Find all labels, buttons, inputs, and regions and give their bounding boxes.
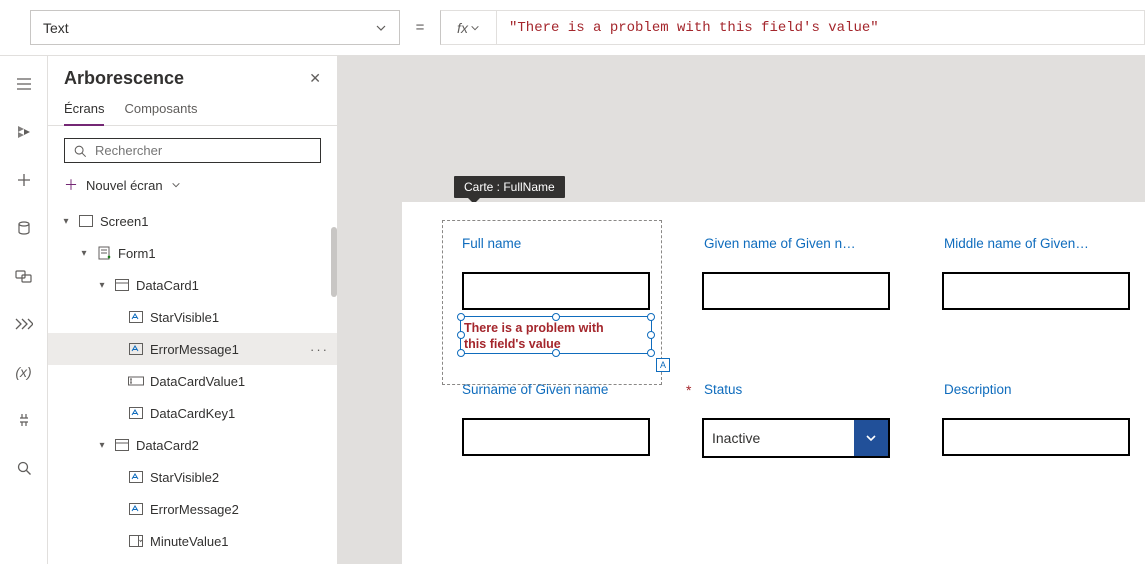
combo-status[interactable]: Inactive <box>702 418 890 458</box>
card-tooltip: Carte : FullName <box>454 176 565 198</box>
hamburger-icon[interactable] <box>12 72 36 96</box>
tree-label: MinuteValue1 <box>150 534 229 549</box>
property-selector[interactable]: Text <box>30 10 400 45</box>
tree-search[interactable] <box>64 138 321 163</box>
input-fullname[interactable] <box>462 272 650 310</box>
label-givenname[interactable]: Given name of Given n… <box>704 236 856 251</box>
tree-node-errormessage1[interactable]: ErrorMessage1 ··· <box>48 333 337 365</box>
chevron-down-icon <box>375 22 387 34</box>
textinput-icon <box>128 373 144 389</box>
input-description[interactable] <box>942 418 1130 456</box>
tree-label: DataCardKey1 <box>150 406 235 421</box>
more-icon[interactable]: ··· <box>310 342 329 357</box>
label-icon <box>128 309 144 325</box>
label-status[interactable]: Status <box>704 382 742 397</box>
equals-label: = <box>408 10 432 45</box>
combo-status-value: Inactive <box>704 430 854 446</box>
screen-icon <box>78 213 94 229</box>
label-fullname[interactable]: Full name <box>462 236 521 251</box>
formula-input-wrap: fx "There is a problem with this field's… <box>440 10 1145 45</box>
tree-header: Arborescence ✕ <box>48 56 337 93</box>
chevron-down-icon: ▾ <box>96 440 108 451</box>
tree-node-datacardkey1[interactable]: DataCardKey1 <box>48 397 337 429</box>
chevron-down-icon: ▾ <box>60 216 72 227</box>
dropdown-icon <box>128 533 144 549</box>
variables-icon[interactable]: (x) <box>12 360 36 384</box>
tree-label: StarVisible1 <box>150 310 219 325</box>
tree-node-datacardvalue1[interactable]: DataCardValue1 <box>48 365 337 397</box>
main-area: (x) Arborescence ✕ Écrans Composants ＋ N… <box>0 56 1145 564</box>
chevron-down-icon <box>171 180 181 190</box>
label-surname[interactable]: Surname of Given name <box>462 382 608 397</box>
formula-text[interactable]: "There is a problem with this field's va… <box>497 20 1144 36</box>
tree-title: Arborescence <box>64 68 184 89</box>
input-givenname[interactable] <box>702 272 890 310</box>
tab-components[interactable]: Composants <box>124 93 197 125</box>
tree-label: Form1 <box>118 246 156 261</box>
tools-icon[interactable] <box>12 408 36 432</box>
input-surname[interactable] <box>462 418 650 456</box>
tree-scrollbar[interactable] <box>331 227 337 297</box>
label-icon <box>128 405 144 421</box>
tree-list: ▾ Screen1 ▾ Form1 ▾ DataCard1 StarVisibl… <box>48 205 337 564</box>
insert-icon[interactable] <box>12 168 36 192</box>
new-screen-label: Nouvel écran <box>86 178 163 193</box>
tree-tabs: Écrans Composants <box>48 93 337 126</box>
tree-node-minutevalue1[interactable]: MinuteValue1 <box>48 525 337 557</box>
tree-view-icon[interactable] <box>12 120 36 144</box>
tree-node-datacard1[interactable]: ▾ DataCard1 <box>48 269 337 301</box>
tree-node-errormessage2[interactable]: ErrorMessage2 <box>48 493 337 525</box>
form-icon <box>96 245 112 261</box>
media-icon[interactable] <box>12 264 36 288</box>
tree-label: DataCard2 <box>136 438 199 453</box>
search-icon[interactable] <box>12 456 36 480</box>
input-middlename[interactable] <box>942 272 1130 310</box>
chevron-down-icon: ▾ <box>78 248 90 259</box>
flows-icon[interactable] <box>12 312 36 336</box>
tree-node-screen1[interactable]: ▾ Screen1 <box>48 205 337 237</box>
chevron-down-icon: ▾ <box>96 280 108 291</box>
plus-icon: ＋ <box>64 175 78 195</box>
tree-label: StarVisible2 <box>150 470 219 485</box>
tree-label: ErrorMessage2 <box>150 502 239 517</box>
tree-node-form1[interactable]: ▾ Form1 <box>48 237 337 269</box>
close-icon[interactable]: ✕ <box>309 70 321 87</box>
left-rail: (x) <box>0 56 48 564</box>
tab-screens[interactable]: Écrans <box>64 93 104 126</box>
error-message-text[interactable]: There is a problem withthis field's valu… <box>464 320 648 353</box>
label-description[interactable]: Description <box>944 382 1012 397</box>
fx-button[interactable]: fx <box>441 11 497 44</box>
tree-label: DataCard1 <box>136 278 199 293</box>
tree-label: Screen1 <box>100 214 148 229</box>
tree-label: ErrorMessage1 <box>150 342 239 357</box>
formula-bar: Text = fx "There is a problem with this … <box>0 0 1145 56</box>
data-icon[interactable] <box>12 216 36 240</box>
label-middlename[interactable]: Middle name of Given… <box>944 236 1089 251</box>
tree-label: DataCardValue1 <box>150 374 245 389</box>
tree-node-datacard2[interactable]: ▾ DataCard2 <box>48 429 337 461</box>
search-icon <box>73 144 87 158</box>
search-input[interactable] <box>95 143 312 158</box>
label-icon <box>128 341 144 357</box>
accessibility-badge[interactable]: A <box>656 358 670 372</box>
card-icon <box>114 277 130 293</box>
new-screen-button[interactable]: ＋ Nouvel écran <box>48 171 337 205</box>
label-icon <box>128 469 144 485</box>
card-icon <box>114 437 130 453</box>
canvas-viewport: Carte : FullName Full name A There is a … <box>338 56 1145 564</box>
chevron-down-icon <box>854 420 888 456</box>
label-icon <box>128 501 144 517</box>
screen-canvas[interactable]: Full name A There is a problem withthis … <box>402 202 1145 564</box>
property-selector-value: Text <box>43 20 69 36</box>
required-star-icon: * <box>686 382 691 398</box>
tree-panel: Arborescence ✕ Écrans Composants ＋ Nouve… <box>48 56 338 564</box>
tree-node-starvisible2[interactable]: StarVisible2 <box>48 461 337 493</box>
tree-node-starvisible1[interactable]: StarVisible1 <box>48 301 337 333</box>
